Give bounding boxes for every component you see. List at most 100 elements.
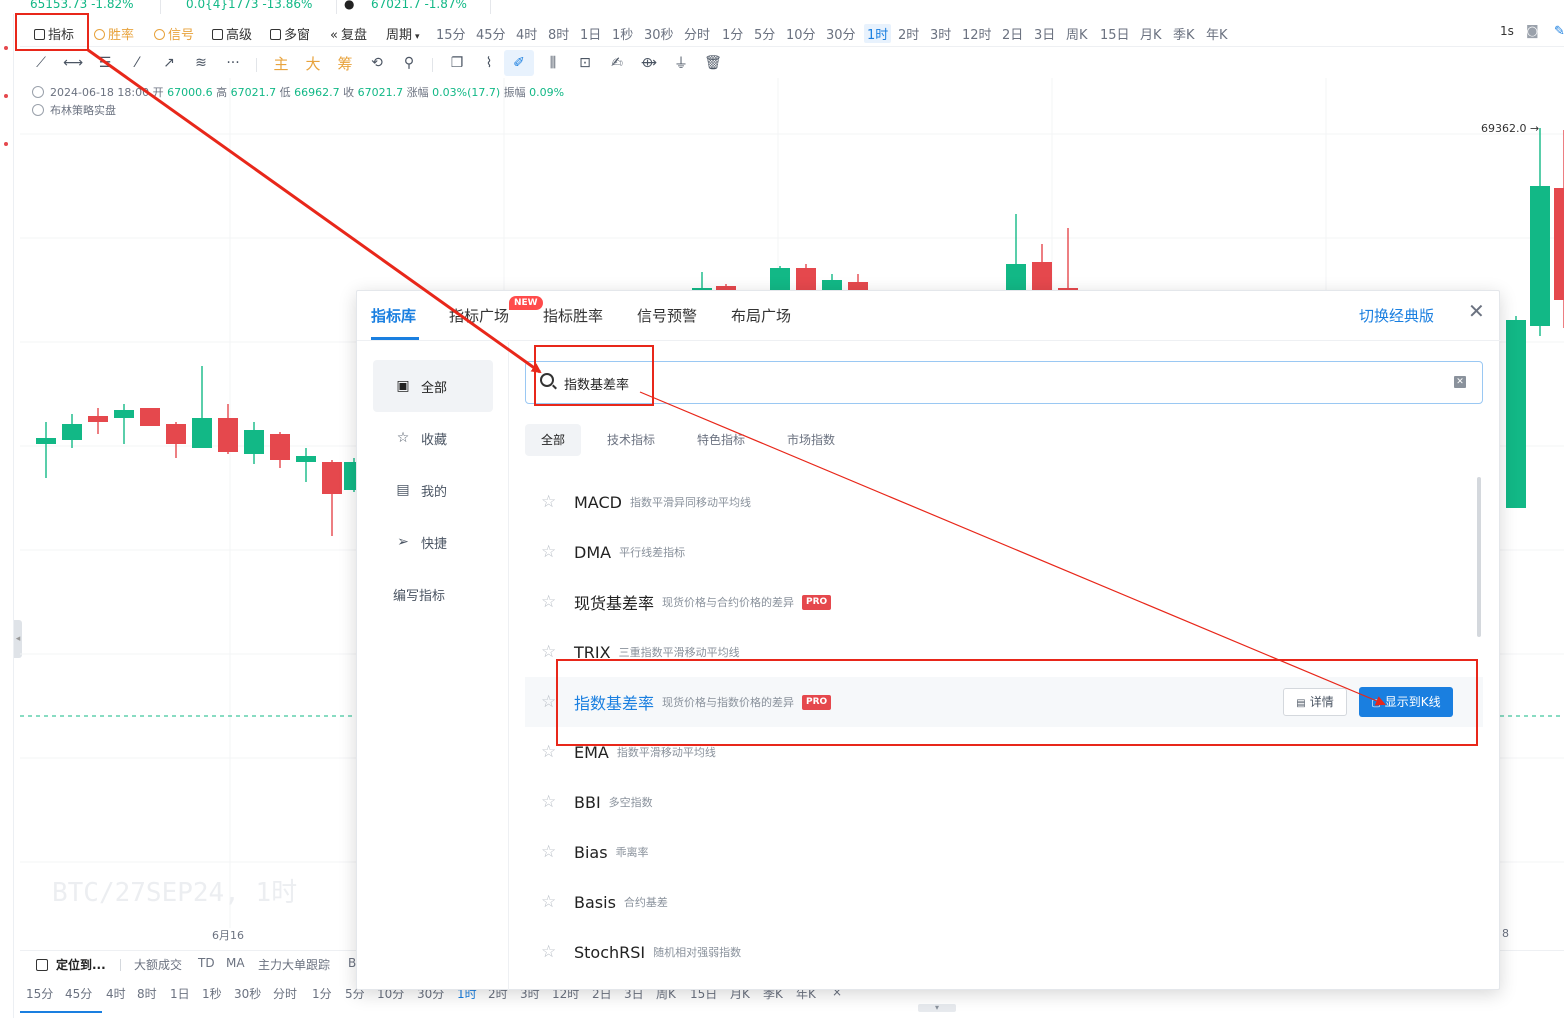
close-icon[interactable]: ✕ [1468,301,1485,321]
channel-icon[interactable]: ≋ [192,54,210,72]
sync-icon[interactable]: ⟲ [368,54,386,72]
list-item[interactable]: ☆ StochRSI 随机相对强弱指数 [525,927,1483,977]
candle-icon[interactable]: ⫼ [544,54,562,72]
sidebar-item-shortcut[interactable]: ➢ 快捷 [373,516,493,568]
filter-icon[interactable]: ⏚ [672,54,690,72]
copy-icon[interactable]: ❐ [448,54,466,72]
sidebar-item-favorites[interactable]: ☆ 收藏 [373,412,493,464]
period-item[interactable]: 45分 [65,985,92,1002]
note-icon[interactable]: ✍ [608,54,626,72]
parallel-icon[interactable]: ☰ [96,54,114,72]
list-item[interactable]: ☆ 现货基差率 现货价格与合约价格的差异 PRO [525,577,1483,627]
category-market-index[interactable]: 市场指数 [771,424,851,456]
hline-icon[interactable]: ⟷ [63,54,83,72]
tab-indicator-winrate[interactable]: 指标胜率 [543,305,603,326]
bottom-scroll-handle[interactable]: ▾ [918,1004,956,1012]
sidebar-item-all[interactable]: ▣ 全部 [373,360,493,412]
period-5m[interactable]: 5分 [754,24,775,43]
brush-icon[interactable]: ⟴ [640,54,658,72]
star-icon[interactable]: ☆ [541,842,558,862]
period-item[interactable]: 4时 [106,985,126,1002]
period-item[interactable]: 1秒 [202,985,222,1002]
period-15m[interactable]: 15分 [436,24,466,43]
trendline-icon[interactable]: ⟋ [32,54,50,72]
detail-button[interactable]: ▤ 详情 [1283,688,1347,716]
category-all[interactable]: 全部 [525,424,582,456]
interval-right[interactable]: 1s [1500,24,1514,38]
show-on-kline-button[interactable]: ▢ 显示到K线 [1359,687,1453,717]
period-year[interactable]: 年K [1206,24,1228,43]
draw-icon[interactable]: ✐ [504,50,534,76]
sidebar-item-write[interactable]: 编写指标 [373,568,493,620]
camera-icon[interactable]: ◙ [1526,24,1539,39]
star-icon[interactable]: ☆ [541,792,558,812]
list-item[interactable]: ☆ DMA 平行线差指标 [525,527,1483,577]
period-10m[interactable]: 10分 [786,24,816,43]
period-1s[interactable]: 1秒 [612,24,633,43]
period-3d[interactable]: 3日 [1034,24,1055,43]
replay-button[interactable]: «复盘 [330,24,367,43]
period-1m[interactable]: 1分 [722,24,743,43]
locate-button[interactable]: 定位到... [36,956,106,973]
tab-indicator-library[interactable]: 指标库 [371,305,416,326]
bottom-item[interactable]: TD [198,956,215,970]
category-featured[interactable]: 特色指标 [681,424,761,456]
ruler-icon[interactable]: ⌇ [480,54,498,72]
lock-icon[interactable]: ⊡ [576,54,594,72]
list-item[interactable]: ☆ Basis 合约基差 [525,877,1483,927]
period-quarter[interactable]: 季K [1173,24,1195,43]
period-item[interactable]: 1分 [312,985,332,1002]
period-timeline[interactable]: 分时 [684,24,710,43]
period-item[interactable]: 分时 [273,985,297,1002]
ray-icon[interactable]: ⁄ [128,54,146,72]
tab-layout-plaza[interactable]: 布局广场 [731,305,791,326]
switch-classic-link[interactable]: 切换经典版 [1359,305,1434,326]
pencil-icon[interactable]: ✎ [1554,24,1564,39]
star-icon[interactable]: ☆ [541,892,558,912]
period-item[interactable]: 8时 [137,985,157,1002]
period-30m[interactable]: 30分 [826,24,856,43]
list-item[interactable]: ☆ BBI 多空指数 [525,777,1483,827]
bottom-item[interactable]: MA [226,956,245,970]
chip-button[interactable]: 筹 [336,54,354,73]
period-1d[interactable]: 1日 [580,24,601,43]
period-45m[interactable]: 45分 [476,24,506,43]
period-2h[interactable]: 2时 [898,24,919,43]
period-12h[interactable]: 12时 [962,24,992,43]
star-icon[interactable]: ☆ [541,542,558,562]
period-dropdown[interactable]: 周期 ▾ [386,24,420,43]
list-item[interactable]: ☆ TRIX 三重指数平滑移动平均线 [525,627,1483,677]
search-input[interactable] [564,372,1424,394]
period-week[interactable]: 周K [1066,24,1088,43]
big-order-button[interactable]: 大 [304,54,322,73]
list-item[interactable]: ☆ EMA 指数平滑移动平均线 [525,727,1483,777]
star-icon[interactable]: ☆ [541,592,558,612]
winrate-button[interactable]: 胜率 [94,24,134,43]
sidebar-item-mine[interactable]: ▤ 我的 [373,464,493,516]
bottom-item[interactable]: 主力大单跟踪 [258,956,330,973]
star-icon[interactable]: ☆ [541,642,558,662]
list-item[interactable]: ☆ Bias 乖离率 [525,827,1483,877]
period-15d[interactable]: 15日 [1100,24,1130,43]
indicator-button[interactable]: 指标 [34,24,74,43]
star-icon[interactable]: ☆ [541,492,558,512]
period-4h[interactable]: 4时 [516,24,537,43]
star-icon[interactable]: ☆ [541,742,558,762]
star-icon[interactable]: ☆ [541,692,558,712]
trash-icon[interactable]: 🗑 [704,54,722,72]
list-item[interactable]: ☆ MACD 指数平滑异同移动平均线 [525,477,1483,527]
tab-signal-alert[interactable]: 信号预警 [637,305,697,326]
tab-indicator-plaza[interactable]: 指标广场 [449,305,509,326]
advanced-button[interactable]: 高级 [212,24,252,43]
period-item[interactable]: 1日 [170,985,190,1002]
signal-button[interactable]: 信号 [154,24,194,43]
bottom-item[interactable]: 大额成交 [134,956,182,973]
period-8h[interactable]: 8时 [548,24,569,43]
arrow-icon[interactable]: ↗ [160,54,178,72]
more-icon[interactable]: ··· [224,54,242,72]
period-30s[interactable]: 30秒 [644,24,674,43]
period-3h[interactable]: 3时 [930,24,951,43]
bottom-item[interactable]: B [348,956,356,970]
period-item[interactable]: 15分 [26,985,53,1002]
period-2d[interactable]: 2日 [1002,24,1023,43]
